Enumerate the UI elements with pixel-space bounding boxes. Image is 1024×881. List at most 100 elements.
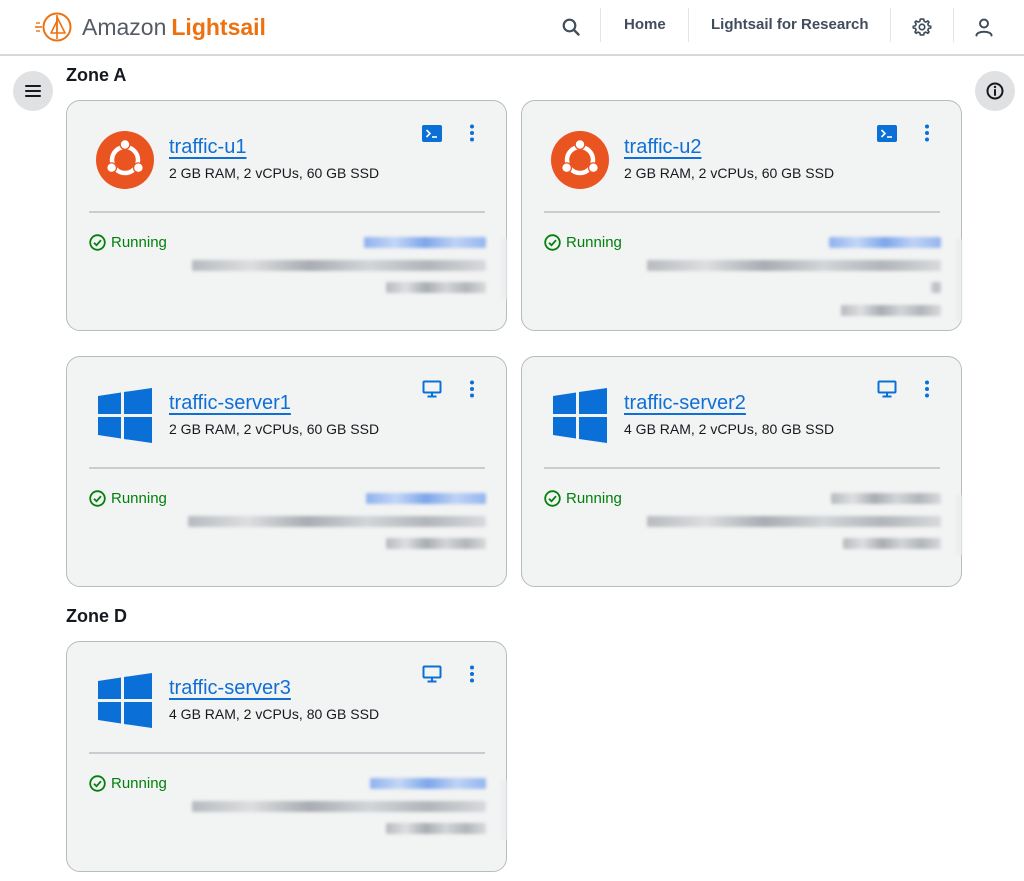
- vertical-ellipsis-icon: [470, 665, 474, 683]
- lightsail-logo-icon: [35, 12, 72, 42]
- card-divider: [544, 211, 940, 213]
- redacted-public-ip: [366, 493, 486, 504]
- nav-divider: [953, 8, 954, 42]
- connect-ssh-button[interactable]: [875, 121, 899, 145]
- redacted-public-ip: [829, 237, 941, 248]
- search-icon: [562, 18, 580, 36]
- redacted-availability-zone: [386, 538, 486, 549]
- instance-actions-menu-button[interactable]: [460, 121, 484, 145]
- instance-card: traffic-u1 2 GB RAM, 2 vCPUs, 60 GB SSD …: [66, 100, 507, 331]
- instance-actions-menu-button[interactable]: [915, 121, 939, 145]
- instance-actions-menu-button[interactable]: [460, 662, 484, 686]
- instance-name-link[interactable]: traffic-u2: [624, 136, 701, 159]
- ubuntu-icon: [551, 131, 609, 189]
- connect-rdp-button[interactable]: [420, 377, 444, 401]
- status-label: Running: [566, 490, 622, 507]
- top-navigation-bar: Amazon Lightsail Home Lightsail for Resea…: [0, 0, 1024, 56]
- info-panel-button[interactable]: [975, 71, 1015, 111]
- zone-heading: Zone D: [66, 606, 127, 626]
- card-divider: [544, 467, 940, 469]
- instance-spec: 2 GB RAM, 2 vCPUs, 60 GB SSD: [624, 165, 835, 181]
- redacted-ipv6-address: [192, 801, 486, 812]
- redacted-public-ip: [370, 778, 486, 789]
- windows-icon: [98, 388, 152, 443]
- zone-heading: Zone A: [66, 65, 127, 85]
- card-divider: [89, 467, 485, 469]
- ubuntu-icon: [96, 131, 154, 189]
- redacted-ipv6-address: [647, 260, 941, 271]
- nav-divider: [600, 8, 601, 42]
- hamburger-menu-icon: [25, 85, 41, 97]
- instance-card: traffic-server1 2 GB RAM, 2 vCPUs, 60 GB…: [66, 356, 507, 587]
- card-divider: [89, 211, 485, 213]
- brand-logo-link[interactable]: Amazon Lightsail: [34, 8, 266, 46]
- status-check-icon: [89, 490, 106, 507]
- connect-rdp-button[interactable]: [875, 377, 899, 401]
- instance-actions-menu-button[interactable]: [460, 377, 484, 401]
- navigation-menu-button[interactable]: [13, 71, 53, 111]
- redacted-ipv6-address: [188, 516, 486, 527]
- instance-actions-menu-button[interactable]: [915, 377, 939, 401]
- brand-prefix: Amazon: [82, 13, 167, 40]
- status-label: Running: [111, 234, 167, 251]
- user-icon: [975, 18, 993, 37]
- connect-rdp-button[interactable]: [420, 662, 444, 686]
- redacted-public-ip: [831, 493, 941, 504]
- instance-name-link[interactable]: traffic-u1: [169, 136, 246, 159]
- instance-status: Running: [89, 234, 167, 251]
- nav-divider: [890, 8, 891, 42]
- instance-spec: 2 GB RAM, 2 vCPUs, 60 GB SSD: [169, 421, 380, 437]
- vertical-ellipsis-icon: [470, 124, 474, 142]
- card-divider: [89, 752, 485, 754]
- instance-status: Running: [544, 490, 622, 507]
- instance-status: Running: [89, 775, 167, 792]
- gear-icon: [912, 18, 932, 36]
- redacted-ipv6-address-overflow: [931, 282, 941, 293]
- rdp-monitor-icon: [877, 380, 897, 398]
- ssh-terminal-icon: [422, 124, 442, 142]
- status-check-icon: [89, 234, 106, 251]
- account-button[interactable]: [965, 8, 1003, 46]
- nav-lightsail-research-link[interactable]: Lightsail for Research: [711, 16, 869, 33]
- settings-button[interactable]: [903, 8, 941, 46]
- status-check-icon: [544, 490, 561, 507]
- redacted-overflow: [956, 495, 962, 555]
- redacted-availability-zone: [843, 538, 941, 549]
- redacted-availability-zone: [386, 823, 486, 834]
- redacted-overflow: [501, 239, 507, 299]
- ssh-terminal-icon: [877, 124, 897, 142]
- instance-name-link[interactable]: traffic-server3: [169, 677, 291, 700]
- instance-name-link[interactable]: traffic-server2: [624, 392, 746, 415]
- status-label: Running: [111, 490, 167, 507]
- instance-spec: 4 GB RAM, 2 vCPUs, 80 GB SSD: [169, 706, 380, 722]
- info-icon: [986, 82, 1004, 100]
- vertical-ellipsis-icon: [925, 124, 929, 142]
- windows-icon: [98, 673, 152, 728]
- redacted-availability-zone: [841, 305, 941, 316]
- search-button[interactable]: [552, 8, 590, 46]
- rdp-monitor-icon: [422, 665, 442, 683]
- redacted-public-ip: [364, 237, 486, 248]
- instance-card: traffic-server3 4 GB RAM, 2 vCPUs, 80 GB…: [66, 641, 507, 872]
- vertical-ellipsis-icon: [925, 380, 929, 398]
- instance-status: Running: [544, 234, 622, 251]
- redacted-availability-zone: [386, 282, 486, 293]
- instance-name-link[interactable]: traffic-server1: [169, 392, 291, 415]
- instance-status: Running: [89, 490, 167, 507]
- redacted-overflow: [501, 780, 507, 840]
- windows-icon: [553, 388, 607, 443]
- connect-ssh-button[interactable]: [420, 121, 444, 145]
- status-check-icon: [89, 775, 106, 792]
- redacted-ipv6-address: [647, 516, 941, 527]
- redacted-ipv6-address: [192, 260, 486, 271]
- nav-home-link[interactable]: Home: [624, 16, 666, 33]
- nav-divider: [688, 8, 689, 42]
- instance-spec: 4 GB RAM, 2 vCPUs, 80 GB SSD: [624, 421, 835, 437]
- instance-card: traffic-u2 2 GB RAM, 2 vCPUs, 60 GB SSD …: [521, 100, 962, 331]
- instance-card: traffic-server2 4 GB RAM, 2 vCPUs, 80 GB…: [521, 356, 962, 587]
- status-check-icon: [544, 234, 561, 251]
- redacted-overflow: [956, 239, 962, 321]
- vertical-ellipsis-icon: [470, 380, 474, 398]
- brand-wordmark: Amazon Lightsail: [82, 14, 266, 41]
- instance-spec: 2 GB RAM, 2 vCPUs, 60 GB SSD: [169, 165, 380, 181]
